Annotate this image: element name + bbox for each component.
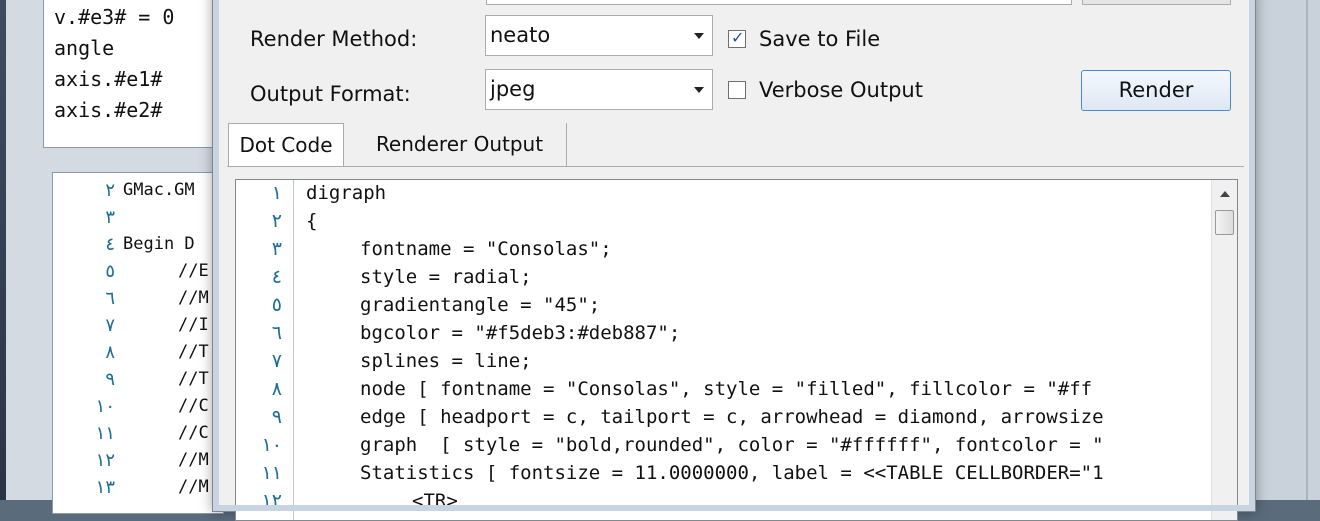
- expression-line: angle: [54, 36, 115, 60]
- line-number: ٨: [271, 378, 282, 400]
- code-line: ٤ Begin D: [53, 231, 223, 258]
- render-method-label: Render Method:: [250, 27, 418, 51]
- line-number: ١: [271, 182, 282, 204]
- window-edge: [0, 0, 6, 500]
- verbose-output-label[interactable]: Verbose Output: [759, 78, 923, 102]
- code-line: ٢ GMac.GM: [53, 177, 223, 204]
- render-button[interactable]: Render: [1081, 70, 1231, 111]
- code-line: ٣: [53, 204, 223, 231]
- scrollbar-thumb[interactable]: [1215, 210, 1234, 235]
- code-text: node [ fontname = "Consolas", style = "f…: [360, 378, 1093, 400]
- code-text: GMac.GM: [123, 180, 195, 200]
- code-line: ٩//T: [53, 366, 223, 393]
- code-text: {: [306, 210, 318, 232]
- code-line: ١١ Statistics [ fontsize = 11.0000000, la…: [236, 459, 1237, 487]
- code-text: bgcolor = "#f5deb3:#deb887";: [360, 322, 681, 344]
- line-number: ٣: [271, 238, 282, 260]
- vertical-scrollbar[interactable]: [1211, 180, 1237, 520]
- line-number: ٤: [105, 234, 115, 255]
- code-text: splines = line;: [360, 350, 532, 372]
- code-text: edge [ headport = c, tailport = c, arrow…: [360, 406, 1104, 428]
- line-number: ٥: [105, 261, 115, 282]
- code-line: ٥//E: [53, 258, 223, 285]
- line-number: ٢: [105, 180, 115, 201]
- code-line: ٧//I: [53, 312, 223, 339]
- line-number: ٨: [105, 342, 115, 363]
- save-to-file-checkbox[interactable]: ✓: [728, 28, 746, 48]
- chevron-down-icon: [694, 33, 704, 39]
- line-number: ٧: [271, 350, 282, 372]
- tab-renderer-output[interactable]: Renderer Output: [353, 123, 567, 167]
- line-number: ١١: [261, 462, 282, 484]
- output-format-value: jpeg: [490, 77, 536, 101]
- code-line: ٧ splines = line;: [236, 347, 1237, 375]
- expression-line: axis.#e1#: [54, 67, 163, 91]
- code-text: gradientangle = "45";: [360, 294, 601, 316]
- line-number: ٧: [105, 315, 115, 336]
- code-line: ٥ gradientangle = "45";: [236, 291, 1237, 319]
- code-text: digraph: [306, 182, 387, 204]
- code-text: graph [ style = "bold,rounded", color = …: [360, 434, 1104, 456]
- line-number: ٢: [271, 210, 282, 232]
- expression-panel: v.#e3# = 0 angle axis.#e1# axis.#e2#: [43, 0, 220, 148]
- render-method-value: neato: [490, 23, 551, 47]
- verbose-output-checkbox[interactable]: [728, 81, 746, 99]
- code-line: ١٠ graph [ style = "bold,rounded", color …: [236, 431, 1237, 459]
- code-text: <TR>: [412, 490, 458, 512]
- code-line: ٦ bgcolor = "#f5deb3:#deb887";: [236, 319, 1237, 347]
- line-number: ٣: [105, 207, 115, 228]
- expression-line: axis.#e2#: [54, 98, 163, 122]
- code-line: ٩ edge [ headport = c, tailport = c, arro…: [236, 403, 1237, 431]
- line-number: ٩: [271, 406, 282, 428]
- checkmark-icon: ✓: [731, 28, 745, 47]
- code-line: ١٢//M: [53, 447, 223, 474]
- background-code-editor: ٢ GMac.GM ٣ ٤ Begin D ٥//E ٦//M ٧//I ٨//T ٩//T ١٠/…: [52, 172, 224, 514]
- browse-button[interactable]: [1082, 0, 1231, 5]
- line-number: ٦: [271, 322, 282, 344]
- background-window-right-edge: [1255, 0, 1320, 500]
- dot-code-editor[interactable]: ١ digraph ٢{٣ fontname = "Consolas"; ٤ style …: [235, 179, 1238, 521]
- line-number: ١٠: [261, 434, 282, 456]
- line-number: ٦: [105, 288, 115, 309]
- line-number: ١١: [95, 423, 115, 444]
- tab-dot-code[interactable]: Dot Code: [228, 123, 344, 167]
- code-text: fontname = "Consolas";: [360, 238, 612, 260]
- code-line: ٢{: [236, 207, 1237, 235]
- code-line: ١٣//M: [53, 474, 223, 501]
- code-line: ٤ style = radial;: [236, 263, 1237, 291]
- code-line: ١٢ <TR>: [236, 487, 1237, 515]
- code-line: ١١//C: [53, 420, 223, 447]
- output-format-label: Output Format:: [250, 82, 411, 106]
- code-line: ٦//M: [53, 285, 223, 312]
- save-to-file-label[interactable]: Save to File: [759, 27, 880, 51]
- line-number: ١٣: [95, 477, 115, 498]
- code-line: ١ digraph: [236, 180, 1237, 207]
- graphviz-render-dialog: Render Method: neato ✓ Save to File Outp…: [212, 0, 1256, 521]
- output-format-select[interactable]: jpeg: [485, 69, 713, 110]
- expression-line: v.#e3# = 0: [54, 5, 175, 29]
- code-text: Statistics [ fontsize = 11.0000000, labe…: [360, 462, 1104, 484]
- code-line: ٨ node [ fontname = "Consolas", style = "…: [236, 375, 1237, 403]
- file-path-field[interactable]: [486, 0, 1072, 5]
- line-number: ١٢: [95, 450, 115, 471]
- code-text: Begin D: [123, 234, 195, 254]
- chevron-down-icon: [694, 87, 704, 93]
- line-number: ٩: [105, 369, 115, 390]
- line-number: ٥: [271, 294, 282, 316]
- tab-divider: [227, 166, 1244, 167]
- code-line: ٣ fontname = "Consolas";: [236, 235, 1237, 263]
- background-window: v.#e3# = 0 angle axis.#e1# axis.#e2# ٢ GMac.…: [0, 0, 233, 514]
- code-line: ٨//T: [53, 339, 223, 366]
- code-line: ١٠//C: [53, 393, 223, 420]
- line-number: ٤: [271, 266, 282, 288]
- line-number: ١٢: [261, 490, 282, 512]
- scroll-up-arrow-icon[interactable]: [1220, 191, 1230, 197]
- render-method-select[interactable]: neato: [485, 15, 713, 56]
- code-text: style = radial;: [360, 266, 532, 288]
- line-number: ١٠: [95, 396, 115, 417]
